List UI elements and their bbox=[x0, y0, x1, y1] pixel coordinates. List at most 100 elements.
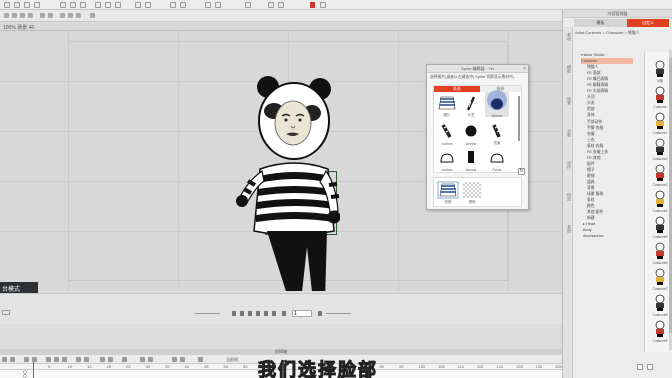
fps-icon[interactable] bbox=[2, 310, 10, 315]
side-tab[interactable]: 对象 bbox=[566, 129, 572, 155]
tree-item[interactable]: Accessories bbox=[581, 233, 633, 239]
export-icon[interactable] bbox=[215, 2, 221, 8]
slot-cell[interactable]: 透明 bbox=[461, 181, 483, 205]
tool-icon[interactable] bbox=[76, 13, 81, 18]
timeline-tool-icon[interactable] bbox=[84, 357, 89, 362]
breadcrumb[interactable]: Artist Contents > Character > 熊猫人 bbox=[575, 30, 670, 37]
scale-icon[interactable] bbox=[115, 2, 121, 8]
timeline-tool-icon[interactable] bbox=[10, 357, 15, 362]
stop-icon[interactable] bbox=[256, 311, 260, 316]
select-icon[interactable] bbox=[135, 2, 141, 8]
refresh-icon[interactable]: ↻ bbox=[518, 168, 525, 175]
side-tab[interactable]: 素材 bbox=[566, 33, 572, 59]
add-icon[interactable] bbox=[647, 364, 653, 370]
sprite-cell[interactable]: Ichreat bbox=[460, 122, 482, 146]
costume-thumbnail[interactable]: Costume9 bbox=[651, 320, 669, 343]
sprite-cell-selected[interactable]: Ichreat bbox=[486, 94, 508, 118]
tool-icon[interactable] bbox=[48, 13, 53, 18]
timeline-tool-icon[interactable] bbox=[108, 357, 113, 362]
render-icon[interactable] bbox=[205, 2, 211, 8]
sprite-cell[interactable]: 头发 bbox=[460, 94, 482, 118]
prev-key-icon[interactable] bbox=[232, 311, 236, 316]
sprite-cell[interactable]: Pants bbox=[486, 148, 508, 172]
zoom-icon[interactable] bbox=[170, 2, 176, 8]
tool-icon[interactable] bbox=[12, 13, 17, 18]
tool-icon[interactable] bbox=[28, 13, 33, 18]
volume-icon[interactable] bbox=[318, 311, 322, 316]
close-icon[interactable]: × bbox=[523, 66, 526, 72]
preview-icon[interactable] bbox=[320, 2, 326, 8]
record-icon[interactable] bbox=[310, 2, 315, 8]
frame-input[interactable] bbox=[292, 310, 312, 317]
sprite-cell[interactable]: Ichreat bbox=[460, 148, 482, 172]
playhead[interactable] bbox=[33, 362, 34, 378]
undo-icon[interactable] bbox=[34, 2, 40, 8]
costume-thumbnail[interactable]: Costume4 bbox=[651, 190, 669, 213]
timeline-tool-icon[interactable] bbox=[2, 357, 7, 362]
timeline-tool-icon[interactable] bbox=[148, 357, 153, 362]
tab-template[interactable]: 模板 bbox=[574, 19, 627, 27]
volume-slider[interactable] bbox=[326, 313, 351, 314]
side-tab[interactable]: 模板 bbox=[566, 65, 572, 91]
timeline-tool-icon[interactable] bbox=[24, 357, 29, 362]
sprite-cell[interactable]: clothes bbox=[436, 148, 458, 172]
scene-tab[interactable]: 100% 场景 46 bbox=[3, 24, 34, 31]
tab-costume-active[interactable]: 条条 bbox=[434, 86, 480, 92]
move-icon[interactable] bbox=[95, 2, 101, 8]
next-frame-icon[interactable] bbox=[264, 311, 268, 316]
sprite-cell[interactable]: 图片 bbox=[436, 94, 458, 118]
paste-icon[interactable] bbox=[80, 2, 86, 8]
tool-icon[interactable] bbox=[40, 13, 45, 18]
costume-thumbnail[interactable]: Costume3 bbox=[651, 164, 669, 187]
settings-icon[interactable] bbox=[245, 2, 251, 8]
timeline-tool-icon[interactable] bbox=[140, 357, 145, 362]
side-tab[interactable]: 特效 bbox=[566, 193, 572, 219]
loop-icon[interactable] bbox=[282, 311, 286, 316]
timeline-tool-icon[interactable] bbox=[76, 357, 81, 362]
tool-icon[interactable] bbox=[20, 13, 25, 18]
cut-icon[interactable] bbox=[60, 2, 66, 8]
timeline-tool-icon[interactable] bbox=[122, 357, 127, 362]
save-icon[interactable] bbox=[24, 2, 30, 8]
timeline-tool-icon[interactable] bbox=[172, 357, 177, 362]
grid-icon[interactable] bbox=[268, 2, 274, 8]
next-key-icon[interactable] bbox=[272, 311, 276, 316]
play-icon[interactable] bbox=[248, 311, 252, 316]
costume-thumbnail[interactable]: 对象 bbox=[651, 60, 669, 83]
slot-cell[interactable]: 衣服 bbox=[437, 181, 459, 205]
side-tab[interactable]: 其他 bbox=[566, 225, 572, 251]
grid-scrollbar[interactable] bbox=[518, 96, 520, 141]
rotate-icon[interactable] bbox=[105, 2, 111, 8]
tool-icon[interactable] bbox=[68, 13, 73, 18]
panda-character[interactable] bbox=[230, 71, 340, 291]
delete-icon[interactable] bbox=[637, 364, 643, 370]
costume-thumbnail[interactable]: Costume1 bbox=[651, 112, 669, 135]
side-tab[interactable]: 场景 bbox=[566, 97, 572, 123]
costume-thumbnail[interactable]: Costume5 bbox=[651, 216, 669, 239]
open-icon[interactable] bbox=[14, 2, 20, 8]
sprite-cell[interactable]: clothes bbox=[436, 122, 458, 146]
file-icon[interactable] bbox=[4, 2, 10, 8]
timeline-tool-icon[interactable] bbox=[100, 357, 105, 362]
tool-icon[interactable] bbox=[4, 13, 9, 18]
tab-custom[interactable]: 自定义 bbox=[627, 19, 669, 27]
timeline-tool-icon[interactable] bbox=[198, 357, 203, 362]
costume-thumbnail[interactable]: Costume8 bbox=[651, 294, 669, 317]
tool-icon[interactable] bbox=[90, 13, 95, 18]
camera-icon[interactable] bbox=[145, 2, 151, 8]
timeline-tool-icon[interactable] bbox=[180, 357, 185, 362]
timeline-tool-icon[interactable] bbox=[54, 357, 59, 362]
costume-thumbnail[interactable]: Costume7 bbox=[651, 268, 669, 291]
prev-frame-icon[interactable] bbox=[240, 311, 244, 316]
costume-thumbnail[interactable]: Costume2 bbox=[651, 138, 669, 161]
layer-visibility-icons[interactable] bbox=[22, 370, 32, 378]
costume-thumbnail[interactable]: Costume bbox=[651, 86, 669, 109]
side-tab[interactable]: 动作 bbox=[566, 161, 572, 187]
sprite-cell[interactable]: 衣服 bbox=[486, 122, 508, 146]
tool-icon[interactable] bbox=[60, 13, 65, 18]
timeline-tool-icon[interactable] bbox=[62, 357, 67, 362]
copy-icon[interactable] bbox=[70, 2, 76, 8]
speed-slider[interactable] bbox=[195, 313, 220, 314]
pan-icon[interactable] bbox=[180, 2, 186, 8]
timeline-tool-icon[interactable] bbox=[46, 357, 51, 362]
